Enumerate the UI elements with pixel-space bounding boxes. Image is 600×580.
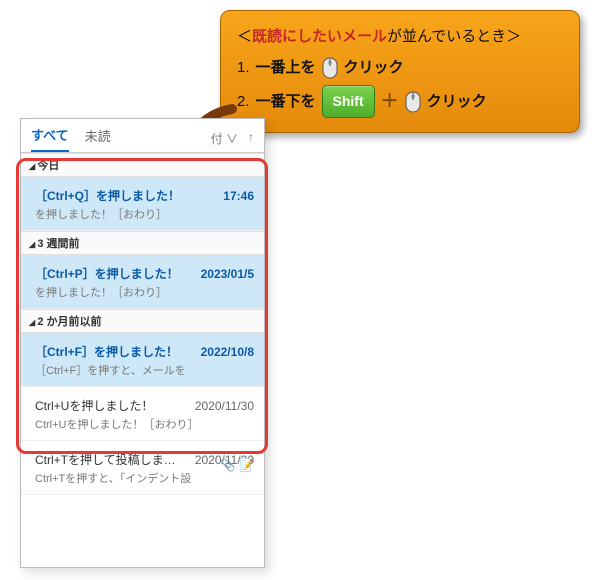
callout-title: ＜既読にしたいメールが並んでいるとき＞ — [237, 23, 563, 50]
plus-icon: ＋ — [381, 85, 399, 117]
mail-subject: ［Ctrl+Q］を押しました！ — [35, 187, 180, 204]
mail-date: 17:46 — [223, 189, 254, 203]
mail-preview: ［Ctrl+F］を押すと、メールを — [35, 362, 254, 378]
mail-item[interactable]: Ctrl+Uを押しました！ 2020/11/30 Ctrl+Uを押しました！［お… — [21, 387, 264, 441]
mail-subject: Ctrl+Uを押しました！ — [35, 397, 153, 414]
mail-item[interactable]: 📎 📝 Ctrl+Tを押して投稿します！ 2020/11/20 Ctrl+Tを押… — [21, 441, 264, 495]
step2-click: クリック — [427, 88, 487, 115]
sort-direction-up[interactable]: ↑ — [248, 130, 254, 147]
step1-number: 1. — [237, 54, 250, 81]
mail-item[interactable]: ［Ctrl+Q］を押しました！ 17:46 を押しました！［おわり］ — [21, 177, 264, 231]
step1-click: クリック — [344, 54, 404, 81]
step2-text: 一番下を — [256, 88, 316, 115]
mail-date: 2022/10/8 — [201, 345, 254, 359]
callout-title-rest: が並んでいるとき＞ — [387, 28, 521, 45]
step-2: 2. 一番下を Shift ＋ クリック — [237, 85, 563, 118]
angle-open: ＜ — [237, 28, 252, 45]
group-header-today[interactable]: 今日 — [21, 153, 264, 177]
group-label: 今日 — [37, 160, 59, 172]
mail-item[interactable]: ［Ctrl+P］を押しました！ 2023/01/5 を押しました！［おわり］ — [21, 255, 264, 309]
tab-unread[interactable]: 未読 — [85, 126, 111, 151]
mail-date: 2023/01/5 — [201, 267, 254, 281]
mail-preview: Ctrl+Uを押しました！［おわり］ — [35, 416, 254, 432]
filter-tabs: すべて 未読 付 ∨ ↑ — [21, 119, 264, 153]
mouse-icon — [405, 91, 421, 113]
mail-preview: を押しました！［おわり］ — [35, 284, 254, 300]
group-header-3weeks[interactable]: 3 週間前 — [21, 231, 264, 255]
mail-subject: Ctrl+Tを押して投稿します！ — [35, 451, 180, 468]
group-header-2months[interactable]: 2 か月前以前 — [21, 309, 264, 333]
shift-key-icon: Shift — [322, 85, 375, 118]
step2-number: 2. — [237, 88, 250, 115]
sort-dropdown[interactable]: 付 ∨ — [211, 130, 238, 147]
group-label: 2 か月前以前 — [37, 316, 101, 328]
attachment-flag-icons: 📎 📝 — [221, 458, 254, 472]
email-list-pane: すべて 未読 付 ∨ ↑ 今日 ［Ctrl+Q］を押しました！ 17:46 を押… — [20, 118, 265, 568]
callout-highlight: 既読にしたいメール — [252, 28, 387, 45]
step1-text: 一番上を — [256, 54, 316, 81]
mail-subject: ［Ctrl+P］を押しました！ — [35, 265, 179, 282]
mouse-icon — [322, 57, 338, 79]
mail-preview: Ctrl+Tを押すと、「インデント設 — [35, 470, 254, 486]
group-label: 3 週間前 — [37, 238, 79, 250]
mail-preview: を押しました！［おわり］ — [35, 206, 254, 222]
mail-date: 2020/11/30 — [195, 399, 254, 413]
step-1: 1. 一番上を クリック — [237, 54, 563, 81]
tab-all[interactable]: すべて — [31, 125, 69, 152]
mail-subject: ［Ctrl+F］を押しました！ — [35, 343, 178, 360]
instruction-callout: ＜既読にしたいメールが並んでいるとき＞ 1. 一番上を クリック 2. 一番下を… — [220, 10, 580, 133]
mail-item[interactable]: ［Ctrl+F］を押しました！ 2022/10/8 ［Ctrl+F］を押すと、メ… — [21, 333, 264, 387]
